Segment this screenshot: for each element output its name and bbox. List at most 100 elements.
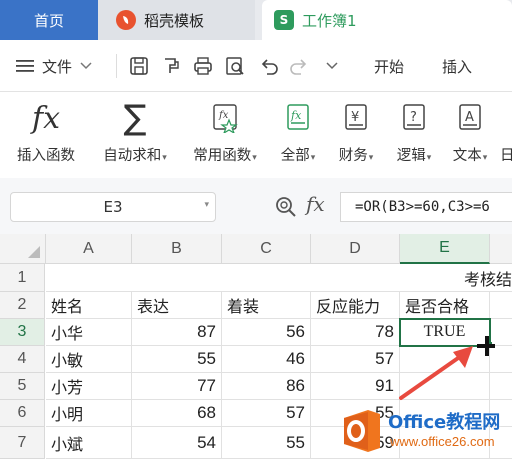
formula-text: =OR(B3>=60,C3>=6: [355, 199, 490, 215]
chevron-down-icon: [326, 62, 338, 70]
caret-down-icon: ▾: [482, 153, 488, 163]
save-button[interactable]: [128, 52, 150, 80]
undo-icon: [258, 55, 280, 77]
cell-b2[interactable]: 表达: [132, 292, 222, 319]
cell-b3[interactable]: 87: [132, 319, 222, 346]
file-menu-label: 文件: [42, 57, 73, 76]
svg-text:?: ?: [410, 110, 417, 125]
menu-bar: 文件 开始 插入: [0, 40, 512, 92]
tab-workbook-label: 工作簿1: [302, 11, 357, 30]
row-header-1[interactable]: 1: [0, 264, 45, 292]
chevron-down-icon: [80, 62, 92, 70]
autosum-button[interactable]: ∑ 自动求和▾: [94, 92, 176, 178]
tab-home-label: 首页: [33, 11, 64, 30]
row-header-5[interactable]: 5: [0, 373, 45, 400]
column-header-a[interactable]: A: [46, 234, 132, 264]
cell-c4[interactable]: 46: [222, 346, 311, 373]
svg-text:fx: fx: [290, 109, 302, 122]
insert-function-button[interactable]: fx 插入函数: [10, 92, 82, 178]
svg-text:¥: ¥: [351, 110, 359, 125]
common-functions-button[interactable]: fx 常用函数▾: [184, 92, 266, 178]
menu-start-label: 开始: [374, 57, 405, 76]
tab-workbook[interactable]: S 工作簿1: [262, 0, 512, 40]
tab-home[interactable]: 首页: [0, 0, 98, 40]
sigma-icon: ∑: [123, 98, 147, 138]
hamburger-icon: [16, 59, 34, 73]
finance-functions-button[interactable]: ¥ 财务▾: [330, 92, 382, 178]
fx-icon: fx: [31, 100, 61, 136]
cell-d2[interactable]: 反应能力: [311, 292, 400, 319]
zoom-search-icon[interactable]: [274, 195, 298, 219]
column-header-f[interactable]: [490, 234, 512, 264]
redo-button[interactable]: [288, 52, 310, 80]
format-painter-icon: [160, 55, 182, 77]
formula-ribbon: fx 插入函数 ∑ 自动求和▾ fx 常用函数▾ fx 全部▾ ¥ 财务▾ ? …: [0, 92, 512, 178]
spreadsheet-icon: S: [274, 10, 294, 30]
row-header-3[interactable]: 3: [0, 319, 45, 346]
cell-a2[interactable]: 姓名: [46, 292, 132, 319]
cell-c7[interactable]: 55: [222, 427, 311, 459]
finance-book-icon: ¥: [343, 103, 369, 133]
fx-insert-icon[interactable]: fx: [306, 192, 325, 216]
text-book-icon: A: [457, 103, 483, 133]
cell-a3[interactable]: 小华: [46, 319, 132, 346]
column-header-e[interactable]: E: [400, 234, 490, 264]
all-functions-button[interactable]: fx 全部▾: [272, 92, 324, 178]
column-header-d[interactable]: D: [311, 234, 400, 264]
cell-d4[interactable]: 57: [311, 346, 400, 373]
print-button[interactable]: [192, 52, 214, 80]
save-icon: [128, 55, 150, 77]
print-preview-button[interactable]: [224, 52, 246, 80]
row-header-2[interactable]: 2: [0, 292, 45, 319]
formula-bar: E3 ▾ fx =OR(B3>=60,C3>=6: [0, 178, 512, 234]
caret-down-icon: ▾: [204, 200, 209, 210]
name-box[interactable]: E3 ▾: [10, 192, 216, 222]
printer-icon: [192, 55, 214, 77]
menu-insert[interactable]: 插入: [442, 52, 472, 80]
cell-b7[interactable]: 54: [132, 427, 222, 459]
cell-d5[interactable]: 91: [311, 373, 400, 400]
logic-label: 逻辑: [396, 148, 426, 164]
menu-insert-label: 插入: [442, 57, 473, 76]
row-header-4[interactable]: 4: [0, 346, 45, 373]
cell-b4[interactable]: 55: [132, 346, 222, 373]
logic-functions-button[interactable]: ? 逻辑▾: [388, 92, 440, 178]
menu-start[interactable]: 开始: [374, 52, 404, 80]
site-watermark: Office教程网 www.office26.com: [338, 402, 512, 459]
text-functions-button[interactable]: A 文本▾: [444, 92, 496, 178]
tab-daoke-templates[interactable]: 稻壳模板: [98, 0, 255, 40]
select-all-corner[interactable]: [0, 234, 46, 264]
cell-f2[interactable]: [490, 292, 512, 319]
cell-reference: E3: [103, 198, 123, 216]
undo-button[interactable]: [258, 52, 280, 80]
cell-c6[interactable]: 57: [222, 400, 311, 427]
date-label: 日: [500, 148, 512, 164]
cell-a6[interactable]: 小明: [46, 400, 132, 427]
column-header-c[interactable]: C: [222, 234, 311, 264]
formula-input[interactable]: =OR(B3>=60,C3>=6: [340, 192, 512, 222]
common-functions-label: 常用函数: [193, 148, 252, 164]
sheet-title-cell[interactable]: 考核结: [46, 264, 512, 292]
row-header-6[interactable]: 6: [0, 400, 45, 427]
cell-b6[interactable]: 68: [132, 400, 222, 427]
column-header-b[interactable]: B: [132, 234, 222, 264]
cell-a7[interactable]: 小斌: [46, 427, 132, 459]
format-painter-button[interactable]: [160, 52, 182, 80]
cell-c3[interactable]: 56: [222, 319, 311, 346]
cell-a5[interactable]: 小芳: [46, 373, 132, 400]
cell-d3[interactable]: 78: [311, 319, 400, 346]
cell-b5[interactable]: 77: [132, 373, 222, 400]
cell-c5[interactable]: 86: [222, 373, 311, 400]
text-label: 文本: [452, 148, 482, 164]
print-preview-icon: [224, 55, 246, 77]
insert-function-label: 插入函数: [17, 148, 75, 164]
file-menu[interactable]: 文件: [16, 52, 92, 80]
date-functions-button[interactable]: 日: [500, 92, 512, 178]
pointer-arrow-icon: [399, 336, 495, 400]
row-header-7[interactable]: 7: [0, 427, 45, 459]
cell-e2[interactable]: 是否合格: [400, 292, 490, 319]
cell-c2[interactable]: 着装: [222, 292, 311, 319]
quick-access-dropdown[interactable]: [326, 52, 338, 80]
cell-a4[interactable]: 小敏: [46, 346, 132, 373]
caret-down-icon: ▾: [368, 153, 374, 163]
